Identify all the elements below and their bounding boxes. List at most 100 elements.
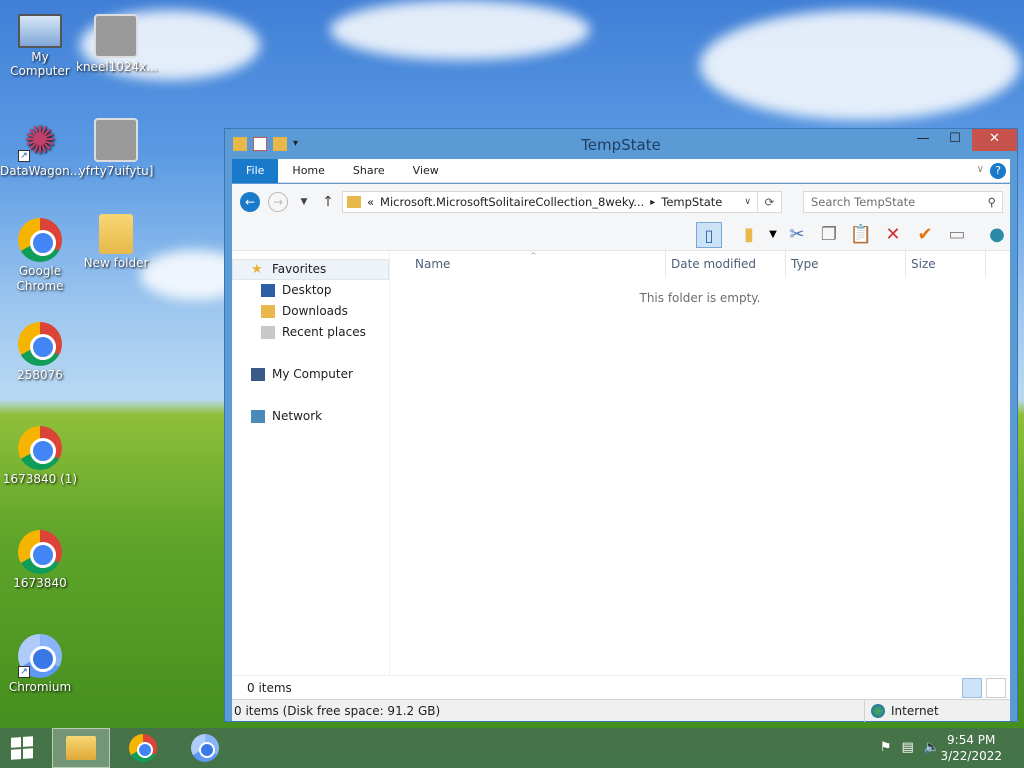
shortcut-arrow-icon: ↗ [18,150,30,162]
chevron-down-icon[interactable]: ∨ [744,197,751,207]
zone-label: Internet [891,704,939,718]
chevron-down-icon[interactable]: ∨ [977,164,984,175]
chevron-down-icon[interactable]: ▾ [293,137,307,151]
tab-file[interactable]: File [232,158,279,183]
nav-item-network[interactable]: Network [232,406,389,427]
column-label: Date modified [671,257,757,271]
desktop-icon-new-folder[interactable]: New folder [76,214,156,270]
quick-access-toolbar: ▾ [225,137,307,151]
desktop-icon-label: 1673840 [13,576,67,590]
action-center-flag-icon[interactable]: ⚑ [880,740,892,755]
network-tray-icon[interactable]: ▤ [902,740,914,755]
clock-date: 3/22/2022 [940,749,1002,763]
cut-icon[interactable]: ✂ [784,222,810,248]
desktop-icon-yfrty[interactable]: yfrty7uifytu] [76,118,156,178]
properties-icon[interactable] [253,137,267,151]
tab-share[interactable]: Share [339,159,399,183]
desktop-icon-google-chrome[interactable]: Google Chrome [0,218,80,294]
desktop-icon-chromium[interactable]: ↗ Chromium [0,634,80,694]
chrome-icon [129,734,157,762]
new-folder-icon[interactable] [273,137,287,151]
nav-item-downloads[interactable]: Downloads [232,301,389,322]
empty-folder-message: This folder is empty. [639,291,761,305]
taskbar-chrome[interactable] [114,728,172,768]
desktop-icon-label: 258076 [17,368,63,382]
sort-ascending-icon: ^ [530,251,537,260]
tab-view[interactable]: View [399,159,453,183]
desktop-icon-label: yfrty7uifytu] [78,164,154,178]
nav-item-desktop[interactable]: Desktop [232,280,389,301]
chromium-icon: ↗ [18,634,62,678]
column-header-size[interactable]: Size [906,251,986,277]
taskbar: ⚑ ▤ 🔈 9:54 PM 3/22/2022 [0,728,1024,768]
forward-button[interactable]: → [268,191,288,212]
large-icons-view-icon[interactable] [986,678,1006,698]
preview-pane-icon[interactable]: ▯ [696,222,722,248]
nav-item-label: Recent places [282,325,366,339]
rename-icon[interactable]: ▭ [944,222,970,248]
close-button[interactable]: ✕ [972,129,1017,151]
globe-icon [871,704,885,718]
desktop-icon-1673840[interactable]: 1673840 [0,530,80,590]
folder-icon [347,196,361,208]
address-segment[interactable]: TempState [661,195,722,209]
column-label: Size [911,257,936,271]
command-toolbar: ▯ ▮ ▼ ✂ ❐ 📋 ✕ ✔ ▭ ● [232,219,1010,251]
title-bar[interactable]: ▾ TempState — ☐ ✕ [225,129,1017,159]
column-header-name[interactable]: Name ^ [410,251,666,277]
copy-icon[interactable]: ❐ [816,222,842,248]
chevron-down-icon[interactable]: ▼ [760,222,786,248]
computer-icon [251,368,265,381]
system-tray: ⚑ ▤ 🔈 [880,740,940,755]
volume-muted-icon[interactable]: 🔈 [924,740,940,755]
clock-time: 9:54 PM [947,733,996,747]
desktop-icon-my-computer[interactable]: My Computer [0,14,80,78]
tab-home[interactable]: Home [278,159,338,183]
nav-item-label: My Computer [272,367,353,381]
content-area: ★ Favorites Desktop Downloads Recent pla… [232,251,1010,675]
refresh-button[interactable]: ⟳ [757,192,781,212]
back-button[interactable]: ← [240,191,260,212]
taskbar-file-explorer[interactable] [52,728,110,768]
delete-icon[interactable]: ✕ [880,222,906,248]
help-button[interactable]: ? [990,163,1006,179]
desktop-icon-datawagon[interactable]: ✺ ↗ DataWagon... [0,118,82,178]
checkmark-icon[interactable]: ✔ [912,222,938,248]
nav-item-my-computer[interactable]: My Computer [232,364,389,385]
address-overflow[interactable]: « [367,195,374,209]
nav-item-favorites[interactable]: ★ Favorites [232,259,389,280]
details-view-icon[interactable] [962,678,982,698]
nav-item-label: Desktop [282,283,332,297]
desktop-icon-kneel[interactable]: kneel1024x... [76,14,158,74]
clock[interactable]: 9:54 PM 3/22/2022 [940,732,1002,764]
up-button[interactable]: ↑ [316,194,340,210]
chrome-icon [18,322,62,366]
navigation-pane: ★ Favorites Desktop Downloads Recent pla… [232,251,390,675]
desktop-icon-label: DataWagon... [0,164,82,178]
paste-icon[interactable]: 📋 [848,222,874,248]
address-bar[interactable]: « Microsoft.MicrosoftSolitaireCollection… [342,191,782,213]
file-explorer-icon [66,736,96,760]
minimize-button[interactable]: — [907,129,939,151]
search-input[interactable]: Search TempState ⚲ [803,191,1003,213]
maximize-button[interactable]: ☐ [939,129,971,151]
address-separator[interactable]: ▸ [650,197,655,208]
nav-item-recent-places[interactable]: Recent places [232,322,389,343]
desktop-icon-258076[interactable]: 258076 [0,322,80,382]
shell-icon[interactable]: ● [984,222,1010,248]
address-segment[interactable]: Microsoft.MicrosoftSolitaireCollection_8… [380,195,644,209]
taskbar-chromium[interactable] [176,728,234,768]
desktop-icon-1673840-1[interactable]: 1673840 (1) [0,426,80,486]
properties-folder-icon[interactable]: ▮ [736,222,762,248]
folder-icon[interactable] [233,137,247,151]
chrome-icon [18,426,62,470]
navigation-bar: ← → ▼ ↑ « Microsoft.MicrosoftSolitaireCo… [232,184,1010,219]
column-header-date-modified[interactable]: Date modified [666,251,786,277]
start-button[interactable] [0,728,44,768]
datawagon-icon: ✺ ↗ [18,118,62,162]
disk-free-space: 0 items (Disk free space: 91.2 GB) [234,704,441,718]
status-bar: 0 items [232,675,1010,699]
column-header-type[interactable]: Type [786,251,906,277]
file-list[interactable]: Name ^ Date modified Type Size This fold… [390,251,1010,675]
recent-locations-button[interactable]: ▼ [292,197,316,207]
